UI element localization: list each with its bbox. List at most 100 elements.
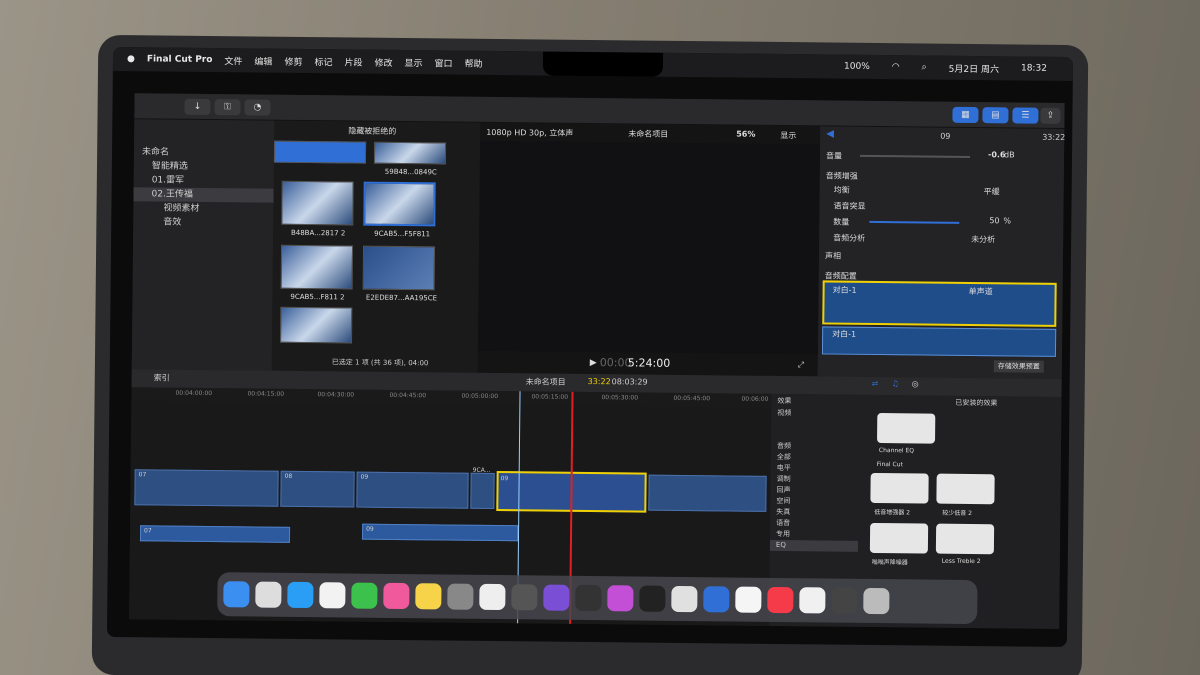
clip-thumb[interactable] <box>373 141 447 165</box>
sidebar-item-smart[interactable]: 智能精选 <box>134 159 274 174</box>
effects-category[interactable]: 全部 <box>771 452 859 464</box>
play-icon[interactable]: ▶ <box>590 358 597 368</box>
effects-category[interactable]: 空间 <box>770 496 858 508</box>
effects-category[interactable]: 专用 <box>770 529 858 541</box>
notes-icon[interactable] <box>415 583 442 610</box>
menu-clip[interactable]: 片段 <box>344 55 362 68</box>
channel-waveform[interactable] <box>821 326 1057 357</box>
key-icon[interactable]: ⚿ <box>214 99 241 116</box>
quick-icon[interactable] <box>703 586 730 613</box>
camera-app-icon[interactable] <box>575 584 602 612</box>
cube-app-icon[interactable] <box>511 584 538 611</box>
video-clip[interactable] <box>648 474 767 512</box>
search-icon[interactable]: ⌕ <box>922 62 927 72</box>
vpn-icon[interactable] <box>543 584 570 611</box>
speaker-icon[interactable]: ◀ <box>826 128 834 139</box>
menu-window[interactable]: 窗口 <box>434 56 452 69</box>
layout-browser-icon[interactable]: ▦ <box>952 106 979 124</box>
wifi-icon[interactable]: ◠ <box>892 62 900 72</box>
sidebar-item-video[interactable]: 视频素材 <box>133 201 273 216</box>
channel-waveform[interactable] <box>822 280 1057 327</box>
effect-tile[interactable] <box>877 413 936 444</box>
effects-category[interactable]: 语音 <box>770 518 858 530</box>
voice-isolation-label[interactable]: 语音突显 <box>833 201 865 212</box>
audio-enhance-header[interactable]: 音频增强 <box>826 170 858 181</box>
final-cut-icon[interactable] <box>671 585 698 613</box>
background-task-icon[interactable]: ◔ <box>244 99 271 116</box>
effects-category[interactable]: 失真 <box>770 507 858 519</box>
safari-icon[interactable] <box>287 581 314 609</box>
app-menu-name[interactable]: Final Cut Pro <box>147 54 213 65</box>
finder-icon[interactable] <box>223 581 250 608</box>
eq-value[interactable]: 平缓 <box>984 186 1000 197</box>
audio-clip[interactable] <box>361 523 519 542</box>
clock-icon[interactable] <box>735 586 762 613</box>
battery-status[interactable]: 100% <box>844 62 870 72</box>
settings-icon[interactable] <box>447 583 474 610</box>
headphone-icon[interactable]: ◎ <box>912 379 919 388</box>
video-clip[interactable] <box>356 471 469 509</box>
index-button[interactable]: 索引 <box>154 372 170 383</box>
effects-category[interactable]: 电平 <box>771 463 859 475</box>
document-icon[interactable] <box>799 587 826 614</box>
terminal-icon[interactable] <box>639 585 666 612</box>
folder-icon[interactable] <box>831 587 858 614</box>
date-display[interactable]: 5月2日 周六 <box>949 61 999 75</box>
music-app-icon[interactable] <box>383 582 410 610</box>
effects-category[interactable]: 回声 <box>770 485 858 497</box>
clip-thumb[interactable] <box>281 180 354 226</box>
view-dropdown[interactable]: 显示 <box>780 130 796 141</box>
menu-view[interactable]: 显示 <box>404 56 422 69</box>
effect-tile[interactable] <box>869 522 929 554</box>
wechat-icon[interactable] <box>351 582 378 609</box>
video-canvas[interactable] <box>477 140 821 355</box>
layout-timeline-icon[interactable]: ▤ <box>982 107 1009 124</box>
video-clip[interactable] <box>470 472 495 510</box>
qq-icon[interactable] <box>319 582 346 609</box>
library-root[interactable]: 未命名 <box>134 145 274 160</box>
time-display[interactable]: 18:32 <box>1021 63 1047 73</box>
launchpad-icon[interactable] <box>255 581 282 608</box>
share-icon[interactable]: ⇪ <box>1040 107 1061 124</box>
grid-app-icon[interactable] <box>479 583 506 611</box>
clip-thumb[interactable] <box>273 140 367 164</box>
pan-header[interactable]: 声相 <box>825 250 841 261</box>
effect-tile[interactable] <box>936 473 995 505</box>
effects-category[interactable]: 音频 <box>771 441 859 453</box>
fullscreen-icon[interactable]: ⤢ <box>798 360 805 370</box>
zoom-dropdown[interactable]: 56% <box>736 130 755 139</box>
menu-file[interactable]: 文件 <box>224 54 242 67</box>
menu-modify[interactable]: 修改 <box>374 55 392 68</box>
amount-slider[interactable] <box>869 220 960 224</box>
sidebar-item-sfx[interactable]: 音效 <box>133 215 273 230</box>
installed-dropdown[interactable]: 已安装的效果 <box>955 398 997 408</box>
eq-checkbox-label[interactable]: 均衡 <box>834 185 850 196</box>
sidebar-item-wangchuanfu[interactable]: 02.王传福 <box>133 187 274 203</box>
volume-slider[interactable] <box>860 154 971 158</box>
menu-mark[interactable]: 标记 <box>314 55 332 68</box>
save-preset-button[interactable]: 存储效果预置 <box>993 360 1044 373</box>
audio-clip[interactable] <box>139 525 291 543</box>
sidebar-item-leijun[interactable]: 01.雷军 <box>134 173 274 188</box>
effect-tile[interactable] <box>935 523 995 555</box>
amount-value[interactable]: 50 <box>989 216 999 225</box>
clip-thumb[interactable] <box>362 245 436 291</box>
channel1-mode[interactable]: 单声道 <box>969 286 993 297</box>
music-icon[interactable] <box>767 586 794 614</box>
import-icon[interactable]: ↓ <box>184 98 211 116</box>
filter-dropdown[interactable]: 隐藏被拒绝的 <box>348 125 396 137</box>
volume-value[interactable]: -0.6 <box>988 150 1006 159</box>
skimming-icon[interactable]: ⇌ <box>872 379 879 388</box>
clip-thumb[interactable] <box>363 181 436 227</box>
menu-edit[interactable]: 编辑 <box>254 54 272 67</box>
effect-tile[interactable] <box>870 472 929 504</box>
layout-inspector-icon[interactable]: ☰ <box>1012 107 1039 124</box>
video-clip[interactable] <box>134 469 279 507</box>
audio-skimming-icon[interactable]: ♫ <box>892 379 899 388</box>
apple-icon[interactable]: ● <box>127 54 135 64</box>
trash-icon[interactable] <box>863 587 890 615</box>
shortcuts-icon[interactable] <box>607 585 634 612</box>
menu-help[interactable]: 帮助 <box>464 56 482 69</box>
clip-thumb[interactable] <box>280 244 354 290</box>
menu-trim[interactable]: 修剪 <box>284 54 302 67</box>
